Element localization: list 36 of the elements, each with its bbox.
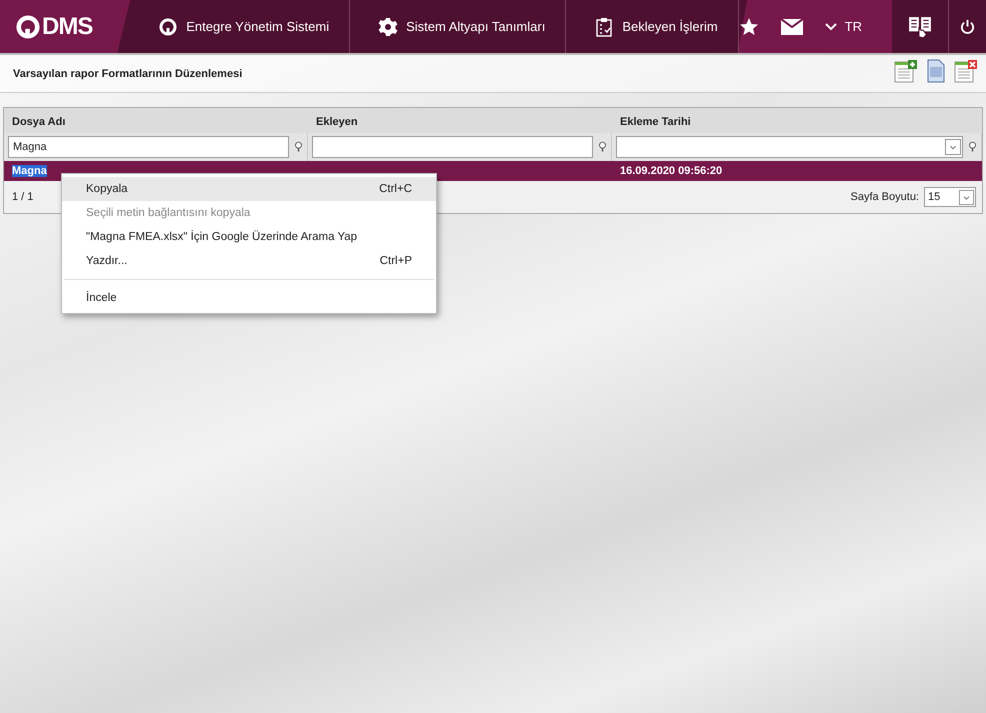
table-cell: Magna xyxy=(12,165,47,177)
book-icon[interactable] xyxy=(908,14,932,38)
filter-field[interactable]: Magna xyxy=(8,136,289,158)
table-cell: 16.09.2020 09:56:20 xyxy=(620,165,722,177)
clipboard-icon xyxy=(594,16,614,36)
chevron-down-icon[interactable] xyxy=(824,22,837,30)
gear-icon xyxy=(378,16,398,36)
filter-field[interactable] xyxy=(616,136,963,158)
menu-item[interactable]: "Magna FMEA.xlsx" İçin Google Üzerinde Arama Yap xyxy=(62,225,436,249)
nav-item[interactable]: Entegre Yönetim Sistemi xyxy=(130,0,350,53)
delete-document-icon[interactable] xyxy=(954,59,978,83)
menu-item[interactable]: İncele xyxy=(62,286,436,310)
q-icon xyxy=(158,16,178,36)
dropdown-icon[interactable] xyxy=(945,139,961,155)
add-document-icon[interactable] xyxy=(894,59,918,83)
column-header[interactable]: Dosya Adı xyxy=(4,108,308,133)
page-title: Varsayılan rapor Formatlarının Düzenlemesi xyxy=(13,68,242,80)
nav-item[interactable]: Sistem Altyapı Tanımları xyxy=(350,0,566,53)
filter-icon[interactable] xyxy=(598,141,607,153)
power-icon[interactable] xyxy=(960,19,976,34)
filter-icon[interactable] xyxy=(968,141,977,153)
column-header[interactable]: Ekleyen xyxy=(308,108,612,133)
filter-icon[interactable] xyxy=(294,141,303,153)
page-size-label: Sayfa Boyutu: xyxy=(850,191,919,203)
star-icon[interactable] xyxy=(738,16,759,36)
page-info: 1 / 1 xyxy=(12,191,34,203)
column-header[interactable]: Ekleme Tarihi xyxy=(612,108,982,133)
menu-item[interactable]: Kopyala Ctrl+C xyxy=(62,177,436,201)
dropdown-icon[interactable] xyxy=(959,190,974,204)
filter-field[interactable] xyxy=(312,136,593,158)
language-selector[interactable]: TR xyxy=(844,19,862,34)
menu-item[interactable]: Yazdır... Ctrl+P xyxy=(62,249,436,273)
page-size-select[interactable]: 15 xyxy=(924,187,976,207)
logo-q-icon xyxy=(16,14,40,38)
mail-icon[interactable] xyxy=(780,18,803,34)
logo-text: DMS xyxy=(42,12,92,40)
